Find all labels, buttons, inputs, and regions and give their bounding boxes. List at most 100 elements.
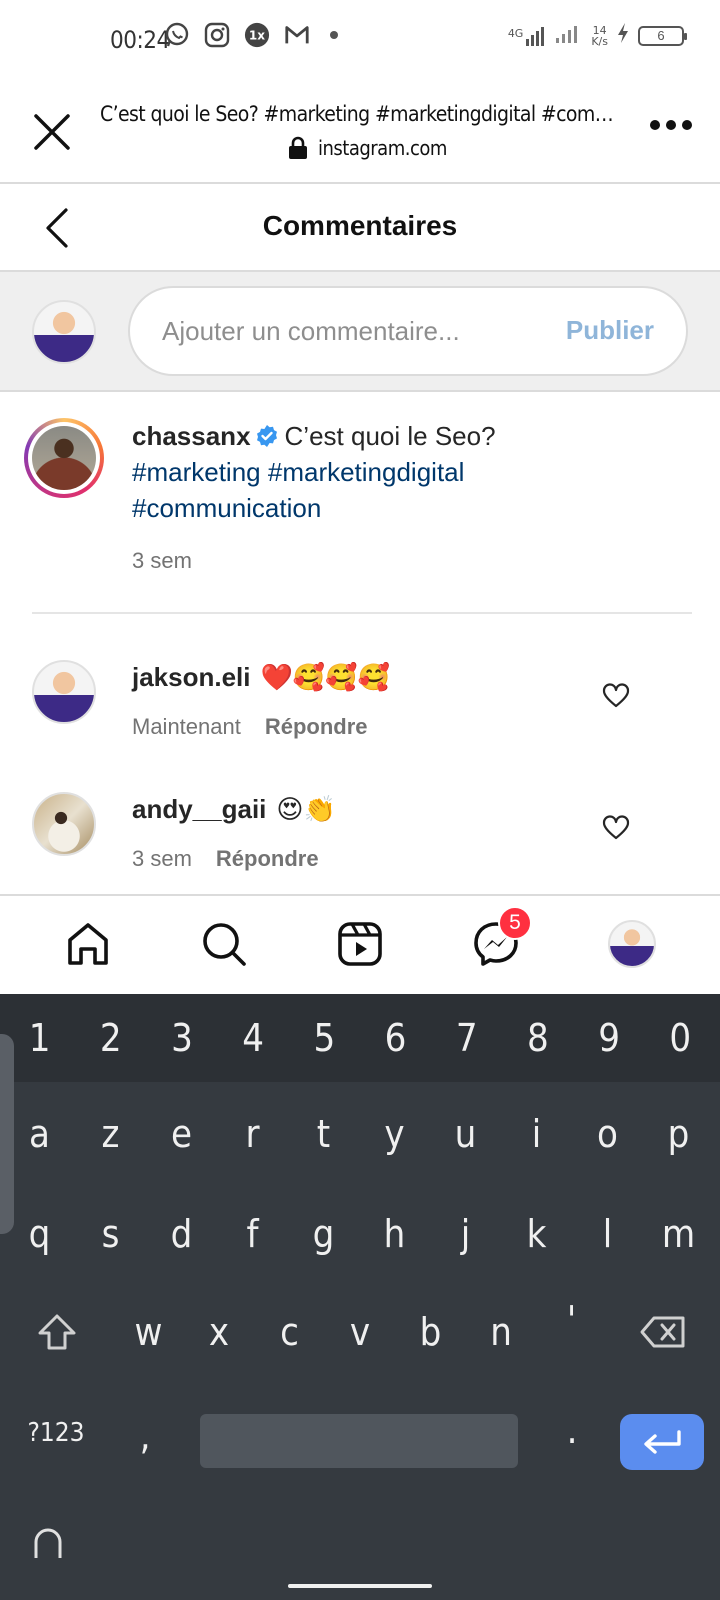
comment-meta: Maintenant Répondre: [132, 714, 368, 740]
key-apostrophe[interactable]: ': [536, 1298, 607, 1342]
commenter-username[interactable]: jakson.eli: [132, 662, 251, 693]
comment-line: jakson.eli ❤️🥰🥰🥰: [132, 662, 390, 693]
battery-icon: 6: [638, 25, 687, 46]
key-z[interactable]: z: [75, 1112, 146, 1156]
gmail-icon: [284, 22, 310, 48]
hashtag-link[interactable]: #marketing: [132, 457, 261, 487]
signal-icon: [555, 22, 583, 49]
key-u[interactable]: u: [430, 1112, 501, 1156]
network-speed: 14 K/s: [591, 23, 608, 48]
key-y[interactable]: y: [359, 1112, 430, 1156]
space-key[interactable]: [200, 1414, 518, 1468]
author-username[interactable]: chassanx: [132, 421, 251, 451]
author-avatar[interactable]: [24, 418, 104, 498]
1xbet-icon: 1x: [244, 22, 270, 48]
key-r[interactable]: r: [217, 1112, 288, 1156]
home-indicator[interactable]: [288, 1584, 432, 1588]
profile-tab[interactable]: [604, 916, 660, 972]
messages-badge: 5: [498, 906, 532, 940]
key-o[interactable]: o: [572, 1112, 643, 1156]
key-m[interactable]: m: [643, 1212, 714, 1256]
lock-icon: [289, 136, 307, 159]
backspace-icon[interactable]: [607, 1315, 720, 1349]
key-9[interactable]: 9: [574, 1016, 644, 1060]
page-title: C’est quoi le Seo? #marketing #marketing…: [100, 102, 620, 126]
period-key[interactable]: .: [540, 1408, 604, 1452]
key-7[interactable]: 7: [432, 1016, 502, 1060]
key-c[interactable]: c: [254, 1310, 325, 1354]
enter-icon[interactable]: [620, 1414, 704, 1470]
key-n[interactable]: n: [466, 1310, 537, 1354]
key-2[interactable]: 2: [76, 1016, 146, 1060]
hashtag-link[interactable]: #marketingdigital: [268, 457, 465, 487]
hashtag-link[interactable]: #communication: [132, 493, 321, 523]
home-icon[interactable]: [60, 916, 116, 972]
reply-button[interactable]: Répondre: [265, 714, 368, 740]
key-a[interactable]: a: [4, 1112, 75, 1156]
key-8[interactable]: 8: [503, 1016, 573, 1060]
key-f[interactable]: f: [217, 1212, 288, 1256]
network-type: 4G: [507, 26, 524, 40]
battery-level: 6: [657, 28, 665, 43]
key-w[interactable]: w: [113, 1310, 184, 1354]
key-x[interactable]: x: [184, 1310, 255, 1354]
url-text: instagram.com: [318, 136, 447, 160]
key-0[interactable]: 0: [645, 1016, 715, 1060]
key-6[interactable]: 6: [361, 1016, 431, 1060]
divider: [32, 612, 692, 614]
status-bar: 00:24 1x 4G 14 K/s 6: [0, 0, 720, 80]
bottom-navigation: 5: [0, 894, 720, 994]
letter-row-2: q s d f g h j k l m: [0, 1190, 720, 1278]
key-l[interactable]: l: [572, 1212, 643, 1256]
key-s[interactable]: s: [75, 1212, 146, 1256]
key-j[interactable]: j: [430, 1212, 501, 1256]
key-t[interactable]: t: [288, 1112, 359, 1156]
heart-icon[interactable]: [602, 682, 630, 710]
instagram-icon: [204, 22, 230, 48]
post-time: 3 sem: [132, 548, 192, 573]
charging-icon: [616, 22, 630, 49]
comment-text: 😍👏: [276, 794, 336, 824]
comment-time: 3 sem: [132, 846, 192, 871]
svg-text:1x: 1x: [249, 29, 265, 43]
comment-placeholder: Ajouter un commentaire...: [162, 316, 460, 346]
key-b[interactable]: b: [395, 1310, 466, 1354]
key-e[interactable]: e: [146, 1112, 217, 1156]
reply-button[interactable]: Répondre: [216, 846, 319, 872]
key-d[interactable]: d: [146, 1212, 217, 1256]
search-icon[interactable]: [196, 916, 252, 972]
screen-title: Commentaires: [262, 210, 458, 241]
profile-avatar: [608, 920, 656, 968]
shift-icon[interactable]: [0, 1313, 113, 1351]
key-4[interactable]: 4: [218, 1016, 288, 1060]
symbols-key[interactable]: ?123: [24, 1418, 88, 1448]
key-p[interactable]: p: [643, 1112, 714, 1156]
key-v[interactable]: v: [325, 1310, 396, 1354]
commenter-avatar[interactable]: [32, 660, 96, 724]
heart-icon[interactable]: [602, 814, 630, 842]
key-5[interactable]: 5: [289, 1016, 359, 1060]
key-q[interactable]: q: [4, 1212, 75, 1256]
comma-key[interactable]: ,: [110, 1414, 180, 1458]
key-i[interactable]: i: [501, 1112, 572, 1156]
publish-button[interactable]: Publier: [566, 315, 654, 346]
reels-icon[interactable]: [332, 916, 388, 972]
close-icon[interactable]: [30, 110, 74, 154]
commenter-username[interactable]: andy__gaii: [132, 794, 266, 825]
post-caption: chassanx C’est quoi le Seo? #marketing #m…: [0, 392, 720, 612]
my-avatar: [32, 300, 96, 364]
key-1[interactable]: 1: [5, 1016, 75, 1060]
on-screen-keyboard: 1 2 3 4 5 6 7 8 9 0 a z e r t y u i o p …: [0, 994, 720, 1600]
keyboard-switch-icon[interactable]: [32, 1528, 64, 1565]
comment-input[interactable]: Ajouter un commentaire... Publier: [128, 286, 688, 376]
more-options-icon[interactable]: [650, 120, 692, 130]
url-display[interactable]: instagram.com: [288, 136, 447, 160]
commenter-avatar[interactable]: [32, 792, 96, 856]
comment-item: jakson.eli ❤️🥰🥰🥰 Maintenant Répondre: [0, 652, 720, 772]
comment-text: ❤️🥰🥰🥰: [260, 662, 391, 692]
key-k[interactable]: k: [501, 1212, 572, 1256]
key-3[interactable]: 3: [147, 1016, 217, 1060]
key-g[interactable]: g: [288, 1212, 359, 1256]
key-h[interactable]: h: [359, 1212, 430, 1256]
messenger-icon[interactable]: 5: [468, 906, 532, 972]
